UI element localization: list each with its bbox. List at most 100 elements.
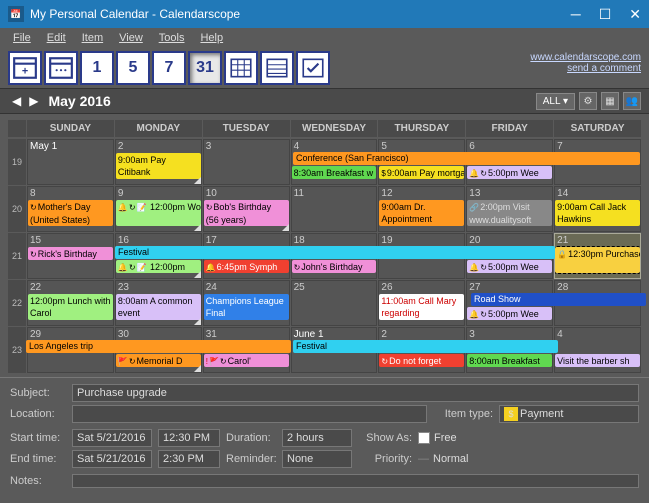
day-cell[interactable]: 14 9:00am Call Jack Hawkins	[554, 186, 641, 232]
event-mothers-day[interactable]: ↻Mother's Day (United States)	[28, 200, 113, 226]
event-breakfast[interactable]: 8:00am Breakfast	[467, 354, 552, 367]
note-icon: 📝	[137, 203, 147, 212]
event-pay-citibank[interactable]: 9:00am Pay Citibank	[116, 153, 201, 179]
day-cell[interactable]: 12 9:00am Dr. Appointment	[378, 186, 465, 232]
day-cell[interactable]: 2 9:00am Pay Citibank	[115, 139, 202, 185]
day-cell[interactable]: 15 ↻Rick's Birthday	[27, 233, 114, 279]
event-roadshow[interactable]: Road Show	[471, 293, 646, 306]
event-lunch-carol[interactable]: 12:00pm Lunch with Carol	[28, 294, 113, 320]
day-cell[interactable]: 4 Visit the barber sh	[554, 327, 641, 373]
priority-field[interactable]: —Normal	[418, 453, 468, 465]
prev-month-button[interactable]: ◀	[8, 94, 25, 108]
start-date-field[interactable]: Sat 5/21/2016	[72, 429, 152, 447]
showas-field[interactable]: Free	[418, 432, 457, 444]
day-cell[interactable]: 3	[203, 139, 290, 185]
day-cell[interactable]: 22 12:00pm Lunch with Carol	[27, 280, 114, 326]
event-weekly[interactable]: 🔔↻5:00pm Wee	[467, 260, 552, 273]
event-dr-appointment[interactable]: 9:00am Dr. Appointment	[379, 200, 464, 226]
event-weekly[interactable]: 🔔↻5:00pm Wee	[467, 166, 552, 179]
menu-help[interactable]: Help	[193, 30, 230, 46]
menu-item[interactable]: Item	[75, 30, 110, 46]
event-johns-birthday[interactable]: ↻John's Birthday	[292, 260, 377, 273]
menu-edit[interactable]: Edit	[40, 30, 73, 46]
website-link[interactable]: www.calendarscope.com	[530, 52, 641, 63]
event-common[interactable]: 8:00am A common event	[116, 294, 201, 320]
month-label[interactable]: May 2016	[48, 93, 535, 109]
menubar: File Edit Item View Tools Help	[0, 28, 649, 48]
event-call-jack[interactable]: 9:00am Call Jack Hawkins	[555, 200, 640, 226]
calendar-grid: 19 May 1 2 9:00am Pay Citibank 3 4 8:30a…	[8, 139, 641, 373]
start-time-field[interactable]: 12:30 PM	[158, 429, 220, 447]
contacts-icon[interactable]: 👥	[623, 92, 641, 110]
event-la-trip[interactable]: Los Angeles trip	[26, 340, 291, 353]
view-7-button[interactable]: 7	[152, 51, 186, 85]
reminder-label: Reminder:	[226, 453, 276, 465]
day-cell[interactable]: May 1	[27, 139, 114, 185]
event-champions[interactable]: Champions League Final	[204, 294, 289, 320]
header-saturday: SATURDAY	[554, 120, 641, 137]
settings-icon[interactable]: ⚙	[579, 92, 597, 110]
minimize-button[interactable]: ─	[571, 6, 581, 23]
event-festival[interactable]: Festival	[293, 340, 558, 353]
event-ricks-birthday[interactable]: ↻Rick's Birthday	[28, 247, 113, 260]
day-cell[interactable]: 24 Champions League Final	[203, 280, 290, 326]
day-cell[interactable]: 13 🔗2:00pm Visit www.dualitysoft	[466, 186, 553, 232]
categories-icon[interactable]: ▦	[601, 92, 619, 110]
view-1-button[interactable]: 1	[80, 51, 114, 85]
view-check-button[interactable]	[296, 51, 330, 85]
event-conference[interactable]: Conference (San Francisco)	[293, 152, 640, 165]
menu-file[interactable]: File	[6, 30, 38, 46]
menu-view[interactable]: View	[112, 30, 150, 46]
priority-icon: —	[418, 453, 429, 465]
end-date-field[interactable]: Sat 5/21/2016	[72, 450, 152, 468]
event-symphony[interactable]: 🔔6:45pm Symph	[204, 260, 289, 273]
itemtype-field[interactable]: $Payment	[499, 405, 639, 423]
recur-icon: ↻	[480, 263, 487, 272]
event-visit-site[interactable]: 🔗2:00pm Visit www.dualitysoft	[467, 200, 552, 226]
day-cell[interactable]: 10 ↻Bob's Birthday (56 years)	[203, 186, 290, 232]
event-memorial[interactable]: 🚩↻Memorial D	[116, 354, 201, 367]
notes-field[interactable]	[72, 474, 639, 488]
event-weekly[interactable]: 🔔↻5:00pm Wee	[467, 307, 552, 320]
event-festival[interactable]: Festival	[115, 246, 555, 259]
new-item-button[interactable]: +	[8, 51, 42, 85]
event-purchase[interactable]: 🔒12:30pm Purchase	[555, 247, 640, 273]
day-cell[interactable]: 8 ↻Mother's Day (United States)	[27, 186, 114, 232]
subject-label: Subject:	[10, 387, 66, 399]
view-grid-button[interactable]	[224, 51, 258, 85]
event-barber[interactable]: Visit the barber sh	[555, 354, 640, 367]
day-cell-selected[interactable]: 21 🔒12:30pm Purchase	[554, 233, 641, 279]
money-icon: $	[504, 407, 518, 421]
day-cell[interactable]: 25	[291, 280, 378, 326]
comment-link[interactable]: send a comment	[530, 63, 641, 74]
event-working-time[interactable]: 🔔↻📝 12:00pm	[116, 260, 201, 273]
view-31-button[interactable]: 31	[188, 51, 222, 85]
event-bobs-birthday[interactable]: ↻Bob's Birthday (56 years)	[204, 200, 289, 226]
event-carol-birthday[interactable]: !🚩↻Carol'	[204, 354, 289, 367]
menu-tools[interactable]: Tools	[152, 30, 192, 46]
next-month-button[interactable]: ▶	[25, 94, 42, 108]
view-list-button[interactable]	[260, 51, 294, 85]
event-breakfast[interactable]: 8:30am Breakfast w	[292, 166, 377, 179]
close-button[interactable]: ✕	[629, 6, 641, 23]
location-field[interactable]	[72, 405, 427, 423]
event-working[interactable]: 🔔↻📝 12:00pm Working	[116, 200, 201, 226]
filter-all-button[interactable]: ALL ▾	[536, 93, 575, 110]
day-cell[interactable]: 23 8:00am A common event	[115, 280, 202, 326]
reminder-field[interactable]: None	[282, 450, 352, 468]
view-5-button[interactable]: 5	[116, 51, 150, 85]
event-do-not-forget[interactable]: ↻Do not forget	[379, 354, 464, 367]
svg-text:+: +	[22, 66, 28, 78]
week-number: 21	[8, 233, 26, 279]
bell-icon: 🔔	[469, 263, 479, 272]
tasks-button[interactable]	[44, 51, 78, 85]
duration-field[interactable]: 2 hours	[282, 429, 352, 447]
event-pay-mortgage[interactable]: $9:00am Pay mortga	[379, 166, 464, 179]
event-call-mary[interactable]: 11:00am Call Mary regarding	[379, 294, 464, 320]
maximize-button[interactable]: ☐	[599, 6, 612, 23]
subject-field[interactable]: Purchase upgrade	[72, 384, 639, 402]
day-cell[interactable]: 9 🔔↻📝 12:00pm Working	[115, 186, 202, 232]
end-time-field[interactable]: 2:30 PM	[158, 450, 220, 468]
day-cell[interactable]: 11	[291, 186, 378, 232]
day-cell[interactable]: 26 11:00am Call Mary regarding	[378, 280, 465, 326]
